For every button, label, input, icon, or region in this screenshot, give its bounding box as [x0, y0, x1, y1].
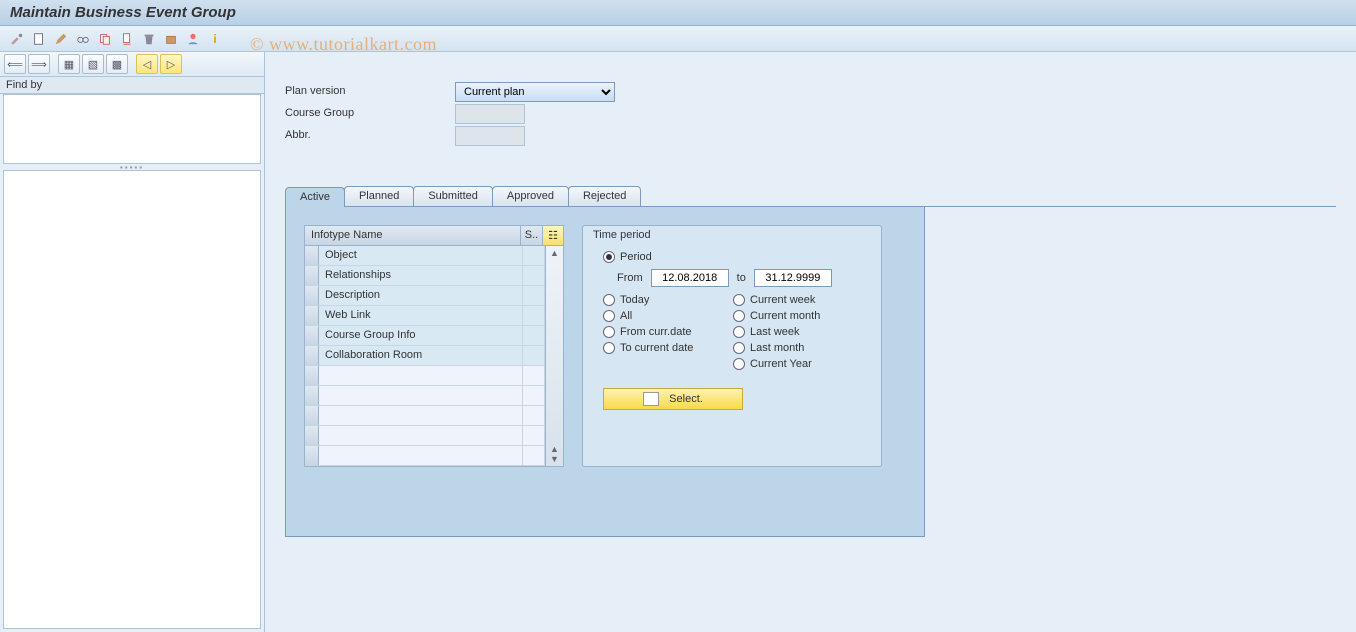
from-date-input[interactable]	[651, 269, 729, 287]
infotype-rows: Object Relationships Description Web Lin…	[305, 246, 545, 466]
col-infotype-name[interactable]: Infotype Name	[305, 226, 521, 245]
nav-forward-icon[interactable]: ⟹	[28, 54, 50, 74]
select-button[interactable]: Select.	[603, 388, 743, 410]
find-by-panel[interactable]	[3, 94, 261, 164]
course-group-input[interactable]	[455, 104, 525, 124]
radio-current-year[interactable]: Current Year	[733, 358, 863, 370]
tab-rejected[interactable]: Rejected	[568, 186, 641, 206]
table-scrollbar[interactable]: ▲ ▲ ▼	[545, 246, 563, 466]
tab-planned[interactable]: Planned	[344, 186, 414, 206]
radio-period[interactable]: Period	[603, 251, 652, 263]
object-tree[interactable]	[3, 170, 261, 629]
page-title: Maintain Business Event Group	[0, 0, 1356, 26]
radio-today[interactable]: Today	[603, 294, 733, 306]
col-s[interactable]: S..	[521, 226, 543, 245]
plan-version-select[interactable]: Current plan	[455, 82, 615, 102]
status-tabstrip: Active Planned Submitted Approved Reject…	[285, 186, 1336, 207]
table-row[interactable]: Course Group Info	[305, 326, 545, 346]
table-row[interactable]: Relationships	[305, 266, 545, 286]
abbr-input	[455, 126, 525, 146]
table-row[interactable]: Collaboration Room	[305, 346, 545, 366]
radio-last-week[interactable]: Last week	[733, 326, 863, 338]
tool-glasses-icon[interactable]	[74, 30, 92, 48]
tool-box-icon[interactable]	[162, 30, 180, 48]
time-period-group: Time period Period From to Today Current…	[582, 225, 882, 467]
tab-approved[interactable]: Approved	[492, 186, 569, 206]
table-row[interactable]: Description	[305, 286, 545, 306]
main-area: Plan version Current plan Course Group A…	[265, 52, 1356, 632]
main-toolbar: i	[0, 26, 1356, 52]
nav-up-icon[interactable]: ◁	[136, 54, 158, 74]
radio-to-current-date[interactable]: To current date	[603, 342, 733, 354]
col-config-icon[interactable]: ☷	[543, 226, 563, 245]
radio-all[interactable]: All	[603, 310, 733, 322]
tab-submitted[interactable]: Submitted	[413, 186, 493, 206]
table-row[interactable]	[305, 386, 545, 406]
table-row[interactable]	[305, 426, 545, 446]
tool-copy-icon[interactable]	[96, 30, 114, 48]
to-label: to	[737, 272, 746, 284]
tool-cut-icon[interactable]	[118, 30, 136, 48]
tree-refresh-icon[interactable]: ▩	[106, 54, 128, 74]
scroll-up-icon[interactable]: ▲	[550, 248, 559, 258]
radio-current-week[interactable]: Current week	[733, 294, 863, 306]
table-row[interactable]	[305, 446, 545, 466]
sidebar: ⟸ ⟹ ▦ ▧ ▩ ◁ ▷ Find by ▪▪▪▪▪	[0, 52, 265, 632]
table-row[interactable]: Object	[305, 246, 545, 266]
table-row[interactable]: Web Link	[305, 306, 545, 326]
table-row[interactable]	[305, 366, 545, 386]
find-by-label: Find by	[0, 77, 264, 94]
infotype-table: Infotype Name S.. ☷ Object Relationships…	[304, 225, 564, 467]
table-row[interactable]	[305, 406, 545, 426]
sidebar-toolbar: ⟸ ⟹ ▦ ▧ ▩ ◁ ▷	[0, 52, 264, 77]
tool-trash-icon[interactable]	[140, 30, 158, 48]
plan-version-label: Plan version	[285, 82, 455, 102]
radio-current-month[interactable]: Current month	[733, 310, 863, 322]
from-label: From	[617, 272, 643, 284]
tree-collapse-icon[interactable]: ▧	[82, 54, 104, 74]
header-form: Plan version Current plan Course Group A…	[285, 82, 1336, 146]
scroll-down-icon[interactable]: ▲	[550, 444, 559, 454]
nav-back-icon[interactable]: ⟸	[4, 54, 26, 74]
tree-expand-icon[interactable]: ▦	[58, 54, 80, 74]
radio-last-month[interactable]: Last month	[733, 342, 863, 354]
tool-wrench-icon[interactable]	[8, 30, 26, 48]
to-date-input[interactable]	[754, 269, 832, 287]
abbr-label: Abbr.	[285, 126, 455, 146]
scroll-down2-icon[interactable]: ▼	[550, 454, 559, 464]
tool-pencil-icon[interactable]	[52, 30, 70, 48]
tool-person-icon[interactable]	[184, 30, 202, 48]
time-period-title: Time period	[593, 229, 871, 247]
course-group-label: Course Group	[285, 104, 455, 124]
nav-down-icon[interactable]: ▷	[160, 54, 182, 74]
radio-from-curr-date[interactable]: From curr.date	[603, 326, 733, 338]
tool-info-icon[interactable]: i	[206, 30, 224, 48]
tab-content: Infotype Name S.. ☷ Object Relationships…	[285, 207, 925, 537]
tab-active[interactable]: Active	[285, 187, 345, 207]
select-icon	[643, 392, 659, 406]
tool-doc-icon[interactable]	[30, 30, 48, 48]
